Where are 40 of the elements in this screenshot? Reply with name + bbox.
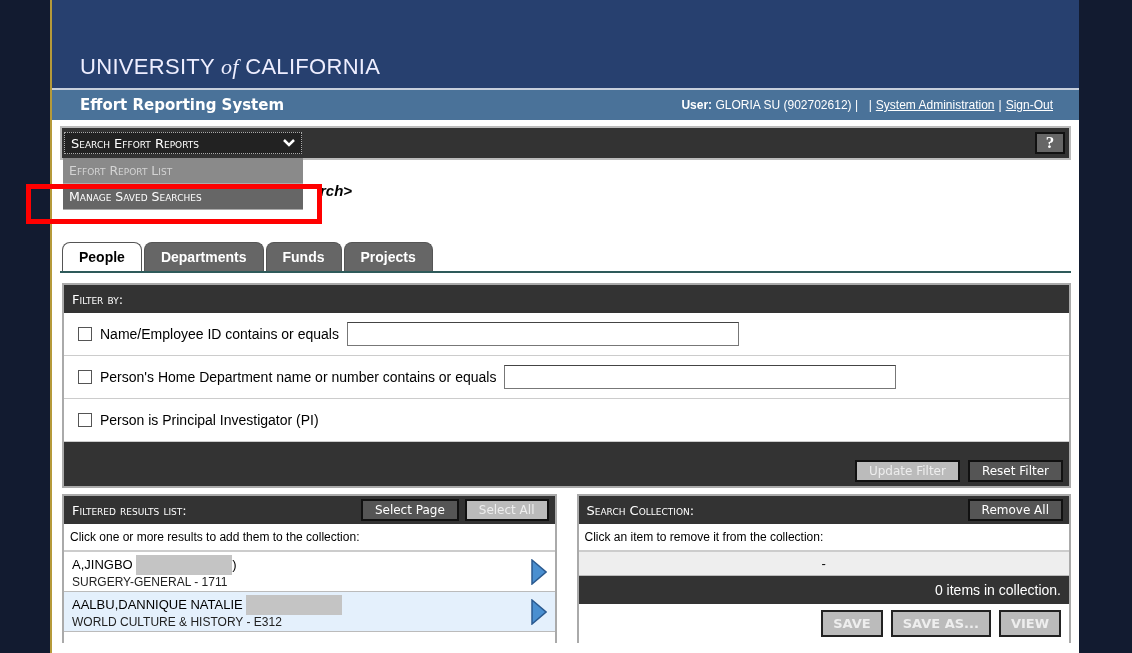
- input-field[interactable]: [346, 322, 739, 346]
- separator: |: [867, 98, 872, 112]
- chevron-icon: [283, 139, 295, 147]
- filter-label: Person's Home Department name or number contains or equals: [100, 369, 497, 385]
- separator: |: [998, 98, 1002, 112]
- arrow-icon[interactable]: [530, 598, 547, 625]
- result-item[interactable]: A,JINGBO ) SURGERY-GENERAL - 1711: [64, 552, 555, 592]
- filter-button[interactable]: Reset Filter: [967, 460, 1063, 482]
- person-name: AALBU,DANNIQUE NATALIE: [72, 597, 243, 612]
- help-button[interactable]: ?: [1035, 132, 1065, 154]
- collection-row[interactable]: -: [578, 552, 1069, 576]
- collection-heading: Search Collection:: [586, 502, 695, 518]
- sign-out-link[interactable]: Sign-Out: [1005, 98, 1053, 112]
- user-info: User: GLORIA SU (902702612) |: [681, 98, 858, 112]
- tab[interactable]: Departments: [143, 242, 264, 271]
- tab[interactable]: People: [62, 242, 142, 271]
- input-field[interactable]: [504, 365, 897, 389]
- department-name: SURGERY-GENERAL - 1711: [72, 574, 229, 589]
- report-dropdown[interactable]: Search Effort Reports: [64, 132, 302, 154]
- department-name: WORLD CULTURE & HISTORY - E312: [72, 614, 283, 629]
- checkbox[interactable]: [78, 327, 92, 341]
- admin-link[interactable]: System Administration: [875, 98, 995, 112]
- results-heading: Filtered results list:: [72, 502, 187, 518]
- select-button[interactable]: Select Page: [360, 499, 459, 521]
- checkbox[interactable]: [78, 370, 92, 384]
- empty-placeholder: -: [821, 556, 826, 571]
- result-item[interactable]: AALBU,DANNIQUE NATALIE WORLD CULTURE & HISTORY - E312: [64, 592, 555, 632]
- tab[interactable]: Projects: [343, 242, 433, 271]
- checkbox[interactable]: [78, 413, 92, 427]
- filter-heading: Filter by:: [72, 291, 124, 307]
- app-title: Effort Reporting System: [80, 96, 285, 114]
- tab[interactable]: Funds: [265, 242, 342, 271]
- filter-label: Person is Principal Investigator (PI): [100, 412, 319, 428]
- university-logo: UNIVERSITY of CALIFORNIA: [80, 54, 381, 80]
- person-name: A,JINGBO: [72, 557, 133, 572]
- arrow-icon[interactable]: [530, 558, 547, 585]
- filter-label: Name/Employee ID contains or equals: [100, 326, 339, 342]
- collection-count: 0 items in collection.: [578, 576, 1069, 604]
- remove-all-button[interactable]: Remove All: [967, 499, 1063, 521]
- person-name-end: ): [232, 557, 237, 572]
